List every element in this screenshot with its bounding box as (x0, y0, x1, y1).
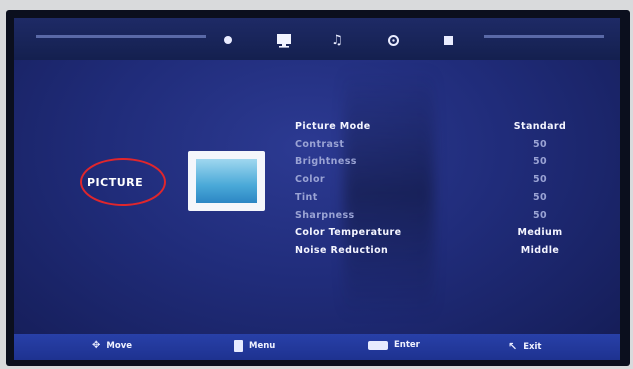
menu-row-value: 50 (532, 138, 548, 150)
menu-row-tint[interactable]: Tint 50 (295, 192, 585, 208)
menu-row-color[interactable]: Color 50 (295, 174, 585, 190)
menu-row-color-temperature[interactable]: Color Temperature Medium (295, 227, 585, 243)
time-icon[interactable] (384, 31, 402, 49)
menu-row-label: Color Temperature (295, 227, 402, 239)
picture-preview-image (196, 159, 257, 203)
sound-icon[interactable]: ♫ (328, 31, 346, 49)
menu-row-brightness[interactable]: Brightness 50 (295, 156, 585, 172)
menu-hint-label: Menu (249, 341, 276, 351)
menu-row-label: Tint (295, 191, 318, 203)
menu-row-noise-reduction[interactable]: Noise Reduction Middle (295, 245, 585, 261)
top-bar-accent-left (36, 35, 206, 38)
exit-hint: ↖ Exit (508, 340, 542, 353)
annotation-circle (80, 158, 166, 206)
menu-row-value: 50 (532, 209, 548, 221)
menu-icon (234, 340, 243, 352)
enter-icon (368, 340, 388, 350)
enter-hint-label: Enter (394, 340, 420, 350)
menu-row-label: Contrast (295, 138, 345, 150)
enter-hint: Enter (368, 340, 420, 350)
menu-row-label: Noise Reduction (295, 244, 389, 256)
menu-row-contrast[interactable]: Contrast 50 (295, 139, 585, 155)
menu-row-value: Medium (517, 227, 563, 239)
picture-preview-thumbnail (188, 151, 265, 211)
menu-row-value: 50 (532, 156, 548, 168)
menu-hint: Menu (234, 340, 275, 352)
top-menu-bar: ♫ (14, 18, 620, 60)
top-bar-accent-right (484, 35, 604, 38)
settings-icon[interactable] (219, 31, 237, 49)
menu-row-label: Color (295, 174, 325, 186)
menu-row-label: Sharpness (295, 209, 355, 221)
move-arrows-icon: ✥ (92, 340, 101, 351)
bottom-hint-bar: ✥ Move Menu Enter ↖ Exit (14, 334, 620, 360)
tv-screen: ♫ PICTURE Picture Mode Standard Contrast 50… (14, 18, 620, 360)
menu-row-label: Picture Mode (295, 121, 371, 132)
menu-row-picture-mode[interactable]: Picture Mode Standard (295, 121, 585, 137)
exit-return-icon: ↖ (508, 340, 518, 353)
lock-icon[interactable] (439, 31, 457, 49)
menu-row-value: Middle (520, 244, 560, 256)
exit-hint-label: Exit (523, 341, 542, 352)
menu-row-value: 50 (532, 191, 548, 203)
menu-row-sharpness[interactable]: Sharpness 50 (295, 210, 585, 226)
menu-row-value: Standard (513, 121, 567, 132)
menu-row-value: 50 (532, 174, 548, 186)
move-hint: ✥ Move (92, 340, 132, 351)
menu-row-label: Brightness (295, 156, 357, 168)
move-hint-label: Move (106, 340, 132, 351)
picture-icon[interactable] (275, 31, 293, 49)
